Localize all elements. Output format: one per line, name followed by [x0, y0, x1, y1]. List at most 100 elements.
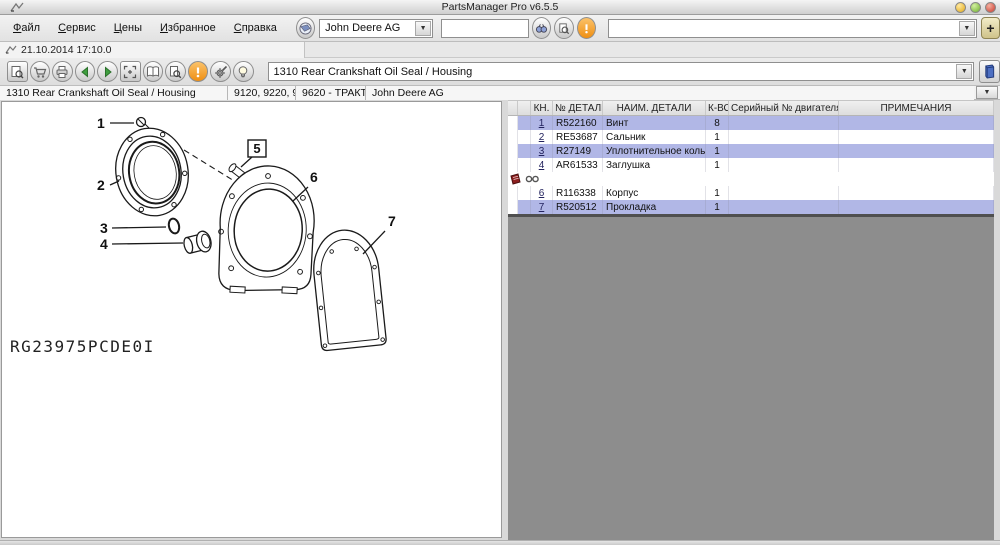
table-row[interactable]: 7 R520512 Прокладка 1 [508, 200, 994, 214]
menu-help[interactable]: Справка [225, 19, 286, 37]
table-row[interactable]: 3 R27149 Уплотнительное кольцо 1 [508, 144, 994, 158]
section-selector[interactable]: 1310 Rear Crankshaft Oil Seal / Housing … [268, 62, 975, 81]
row-part: RE53687 [553, 130, 603, 144]
catalog-button[interactable] [143, 61, 164, 82]
back-button[interactable] [75, 61, 96, 82]
table-row[interactable]: 1 R522160 Винт 8 [508, 116, 994, 130]
alert-button[interactable] [577, 17, 596, 39]
table-row[interactable]: 2 RE53687 Сальник 1 [508, 130, 994, 144]
row-kn-link[interactable]: 3 [531, 144, 553, 158]
row-name: Заглушка [603, 158, 706, 172]
toolbar: 1310 Rear Crankshaft Oil Seal / Housing … [0, 58, 1000, 86]
row-qty: 1 [706, 130, 729, 144]
menu-favorites[interactable]: Избранное [151, 19, 225, 37]
parts-list-panel: КН. № ДЕТАЛИ НАИМ. ДЕТАЛИ К-ВО Серийный … [508, 100, 1000, 540]
hotpoint-icon[interactable] [510, 173, 522, 185]
row-part: R520512 [553, 200, 603, 214]
row-notes [839, 144, 994, 158]
quick-search-input[interactable] [441, 19, 529, 38]
row-name: Корпус [603, 186, 706, 200]
global-search-combo[interactable]: ▼ [608, 19, 977, 38]
row-notes [839, 200, 994, 214]
link-icon[interactable] [525, 174, 540, 184]
breadcrumb-model[interactable]: 9620 - ТРАКТО... [296, 86, 366, 100]
row-kn-link[interactable]: 2 [531, 130, 553, 144]
hint-button[interactable] [233, 61, 254, 82]
breadcrumb-model-range[interactable]: 9120, 9220, 93... [228, 86, 296, 100]
session-bar: 21.10.2014 17:10.0 [0, 42, 1000, 58]
menu-file[interactable]: Файл [4, 19, 49, 37]
menu-service[interactable]: Сервис [49, 19, 105, 37]
row-serial [729, 186, 839, 200]
callout-6: 6 [310, 169, 318, 185]
header-part-name[interactable]: НАИМ. ДЕТАЛИ [603, 101, 706, 115]
header-kn[interactable]: КН. [531, 101, 553, 115]
diagram-panel: 1 [1, 101, 502, 538]
table-row[interactable]: 6 R116338 Корпус 1 [508, 186, 994, 200]
row-qty: 1 [706, 144, 729, 158]
breadcrumb-dropdown-button[interactable]: ▼ [976, 86, 998, 99]
table-row-hotpoint[interactable] [508, 172, 994, 186]
row-serial [729, 158, 839, 172]
search-page-button[interactable] [165, 61, 186, 82]
menu-bar: Файл Сервис Цены Избранное Справка John … [0, 15, 1000, 42]
parts-table: КН. № ДЕТАЛИ НАИМ. ДЕТАЛИ К-ВО Серийный … [508, 100, 994, 217]
row-kn-link[interactable]: 7 [531, 200, 553, 214]
add-favorite-button[interactable]: + [981, 17, 1000, 39]
fit-screen-button[interactable] [120, 61, 141, 82]
row-name: Прокладка [603, 200, 706, 214]
row-qty: 8 [706, 116, 729, 130]
callout-3: 3 [100, 220, 108, 236]
row-qty: 1 [706, 158, 729, 172]
header-notes[interactable]: ПРИМЕЧАНИЯ [839, 101, 994, 115]
info-button[interactable] [188, 61, 209, 82]
model-selector-value: John Deere AG [320, 22, 415, 34]
menu-prices[interactable]: Цены [105, 19, 151, 37]
close-button[interactable] [985, 2, 996, 13]
main-area: 1 [0, 100, 1000, 540]
exploded-view-diagram: 1 [2, 102, 501, 537]
row-name: Уплотнительное кольцо [603, 144, 706, 158]
chevron-down-icon[interactable]: ▼ [956, 64, 972, 79]
row-name: Винт [603, 116, 706, 130]
search-doc-button[interactable] [554, 17, 573, 39]
row-notes [839, 130, 994, 144]
table-row[interactable]: 4 AR61533 Заглушка 1 [508, 158, 994, 172]
breadcrumb-brand[interactable]: John Deere AG [366, 86, 974, 100]
maximize-button[interactable] [970, 2, 981, 13]
settings-button[interactable] [210, 61, 231, 82]
chevron-down-icon[interactable]: ▼ [415, 21, 431, 36]
callout-1: 1 [97, 115, 105, 131]
binoculars-button[interactable] [532, 17, 551, 39]
parts-table-header: КН. № ДЕТАЛИ НАИМ. ДЕТАЛИ К-ВО Серийный … [508, 100, 994, 116]
header-serial[interactable]: Серийный № двигателя [729, 101, 839, 115]
chevron-down-icon[interactable]: ▼ [959, 21, 975, 36]
minimize-button[interactable] [955, 2, 966, 13]
row-notes [839, 116, 994, 130]
row-qty: 1 [706, 186, 729, 200]
print-preview-button[interactable] [7, 61, 28, 82]
row-serial [729, 144, 839, 158]
header-qty[interactable]: К-ВО [706, 101, 729, 115]
session-tab[interactable]: 21.10.2014 17:10.0 [0, 42, 305, 58]
header-spacer [518, 101, 531, 115]
breadcrumb-section[interactable]: 1310 Rear Crankshaft Oil Seal / Housing [0, 86, 228, 100]
row-part: R116338 [553, 186, 603, 200]
row-part: R27149 [553, 144, 603, 158]
book-button[interactable] [979, 60, 1000, 83]
row-part: AR61533 [553, 158, 603, 172]
model-selector[interactable]: John Deere AG ▼ [319, 19, 433, 38]
header-part-number[interactable]: № ДЕТАЛИ [553, 101, 603, 115]
cart-button[interactable] [30, 61, 51, 82]
print-button[interactable] [52, 61, 73, 82]
callout-2: 2 [97, 177, 105, 193]
row-kn-link[interactable]: 1 [531, 116, 553, 130]
row-kn-link[interactable]: 6 [531, 186, 553, 200]
callout-4: 4 [100, 236, 108, 252]
row-name: Сальник [603, 130, 706, 144]
window-title: PartsManager Pro v6.5.5 [0, 1, 1000, 13]
row-qty: 1 [706, 200, 729, 214]
forward-button[interactable] [97, 61, 118, 82]
row-kn-link[interactable]: 4 [531, 158, 553, 172]
header-spacer [508, 101, 518, 115]
